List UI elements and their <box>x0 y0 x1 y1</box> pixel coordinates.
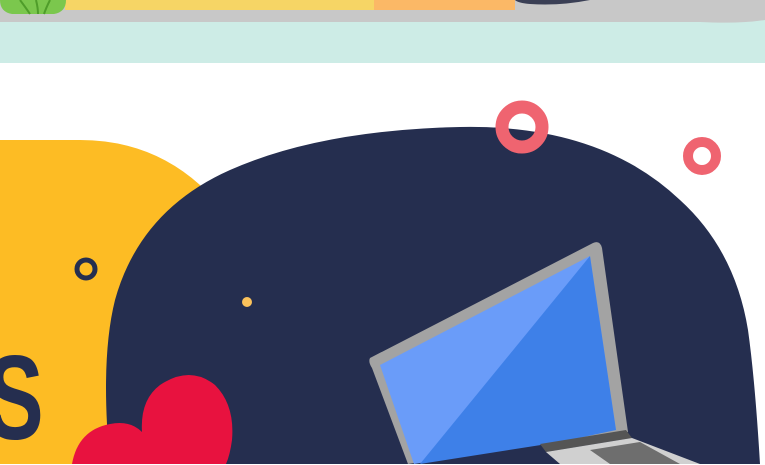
hero-partial-letter: S <box>0 338 44 458</box>
ring-icon <box>683 137 721 175</box>
hero-illustration <box>0 100 760 464</box>
dot-icon <box>242 297 252 307</box>
ring-icon <box>495 100 549 154</box>
